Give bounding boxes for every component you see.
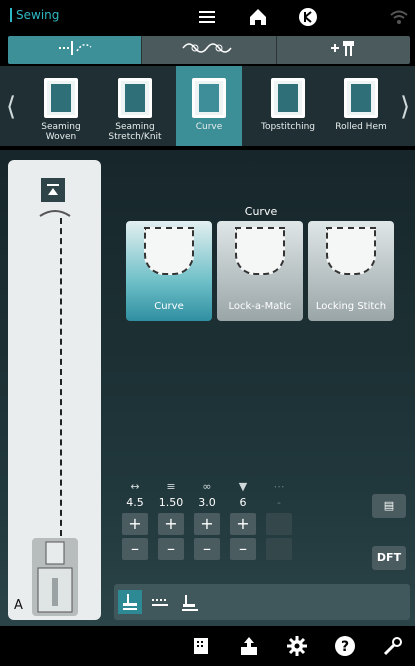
- garment-icon: [192, 78, 226, 118]
- presser-foot-down-button[interactable]: [118, 590, 142, 614]
- param-stitch-width: ↔ 4.5 + –: [118, 480, 152, 560]
- stitch-icon: [55, 39, 95, 61]
- param-thread-tension: ∞ 3.0 + –: [190, 480, 224, 560]
- decrease-button: –: [266, 538, 292, 560]
- option-curve[interactable]: Curve: [126, 221, 212, 321]
- increase-button[interactable]: +: [122, 513, 148, 535]
- needle-up-button[interactable]: [41, 178, 65, 202]
- stitch-preview-panel: A: [8, 160, 101, 620]
- presser-foot-pressure-icon: ▼: [238, 480, 248, 493]
- decrease-button[interactable]: –: [122, 538, 148, 560]
- garment-icon: [344, 78, 378, 118]
- param-presser-foot-pressure: ▼ 6 + –: [226, 480, 260, 560]
- chevron-right-icon[interactable]: ⟩: [400, 92, 410, 122]
- option-label: Locking Stitch: [315, 301, 387, 312]
- stitch-width-icon: ↔: [130, 480, 140, 493]
- main-area: A Curve Curve Lock-a-Matic Locking Stitc…: [0, 150, 415, 626]
- increase-button[interactable]: +: [230, 513, 256, 535]
- garment-icon: [271, 78, 305, 118]
- thread-tension-icon: ∞: [202, 480, 212, 493]
- settings-icon[interactable]: [286, 635, 308, 657]
- stitch-pattern-button[interactable]: [148, 590, 172, 614]
- wifi-icon[interactable]: [388, 6, 410, 28]
- brand-logo-icon[interactable]: [297, 6, 319, 28]
- option-locking-stitch[interactable]: Locking Stitch: [308, 221, 394, 321]
- technique-curve[interactable]: Curve: [176, 66, 242, 146]
- decrease-button[interactable]: –: [158, 538, 184, 560]
- technique-rolled-hem[interactable]: Rolled Hem: [328, 66, 394, 146]
- app-title: Sewing: [10, 8, 59, 22]
- svg-text:?: ?: [341, 639, 349, 655]
- option-label: Curve: [154, 301, 184, 312]
- param-stitch-length: ≡ 1.50 + –: [154, 480, 188, 560]
- option-label: Lock-a-Matic: [228, 301, 292, 312]
- param-balance: ⋯ - + –: [262, 480, 296, 560]
- tab-decorative[interactable]: [142, 36, 277, 64]
- decrease-button[interactable]: –: [194, 538, 220, 560]
- stitch-menu-icon[interactable]: [190, 635, 212, 657]
- footer-bar: ?: [0, 626, 415, 666]
- decrease-button[interactable]: –: [230, 538, 256, 560]
- stitch-preview-line: [60, 218, 62, 536]
- technique-seaming-stretch[interactable]: Seaming Stretch/Knit: [102, 66, 168, 146]
- decorative-stitch-icon: [179, 39, 239, 61]
- bottom-toolbar: [114, 584, 410, 620]
- param-value: 3.0: [198, 496, 216, 509]
- garment-icon: [118, 78, 152, 118]
- dft-button[interactable]: DFT: [372, 546, 406, 570]
- top-bar: Sewing: [0, 0, 415, 34]
- param-value: 4.5: [126, 496, 144, 509]
- tab-add-foot[interactable]: [277, 36, 410, 64]
- presser-foot-image: [32, 538, 78, 616]
- collar-icon: [144, 227, 194, 275]
- technique-carousel: ⟨ Seaming Woven Seaming Stretch/Knit Cur…: [0, 66, 415, 146]
- param-value: 6: [239, 496, 247, 509]
- param-value: 1.50: [158, 496, 184, 509]
- technique-topstitching[interactable]: Topstitching: [255, 66, 321, 146]
- presser-foot-letter: A: [14, 598, 23, 613]
- technique-label: Curve: [195, 122, 223, 132]
- option-lock-a-matic[interactable]: Lock-a-Matic: [217, 221, 303, 321]
- plus-foot-icon: [328, 39, 358, 61]
- technique-label: Seaming Stretch/Knit: [108, 122, 162, 142]
- stitch-pattern-icon: [152, 599, 168, 606]
- help-icon[interactable]: ?: [334, 635, 356, 657]
- stitch-length-icon: ≡: [166, 480, 176, 493]
- needle-plate-icon: [39, 210, 71, 217]
- technique-label: Seaming Woven: [41, 122, 81, 142]
- presser-foot-down-icon: [123, 594, 137, 610]
- mode-tabs: [8, 36, 410, 64]
- collar-icon: [326, 227, 376, 275]
- program-button[interactable]: ▤: [372, 494, 406, 518]
- section-title: Curve: [244, 205, 278, 218]
- menu-icon[interactable]: [196, 6, 218, 28]
- technique-label: Rolled Hem: [335, 122, 387, 132]
- collar-icon: [235, 227, 285, 275]
- export-icon[interactable]: [238, 635, 260, 657]
- increase-button[interactable]: +: [194, 513, 220, 535]
- technique-label: Topstitching: [260, 122, 315, 132]
- program-icon: ▤: [383, 499, 395, 512]
- tools-icon[interactable]: [382, 635, 404, 657]
- increase-button[interactable]: +: [158, 513, 184, 535]
- param-value: -: [277, 496, 281, 509]
- balance-icon: ⋯: [273, 480, 285, 493]
- garment-icon: [44, 78, 78, 118]
- home-icon[interactable]: [247, 6, 269, 28]
- presser-foot-lift-button[interactable]: [178, 590, 202, 614]
- tab-stitch[interactable]: [8, 36, 143, 64]
- increase-button: +: [266, 513, 292, 535]
- technique-seaming-woven[interactable]: Seaming Woven: [28, 66, 94, 146]
- chevron-left-icon[interactable]: ⟨: [6, 92, 16, 122]
- presser-foot-lift-icon: [182, 595, 198, 611]
